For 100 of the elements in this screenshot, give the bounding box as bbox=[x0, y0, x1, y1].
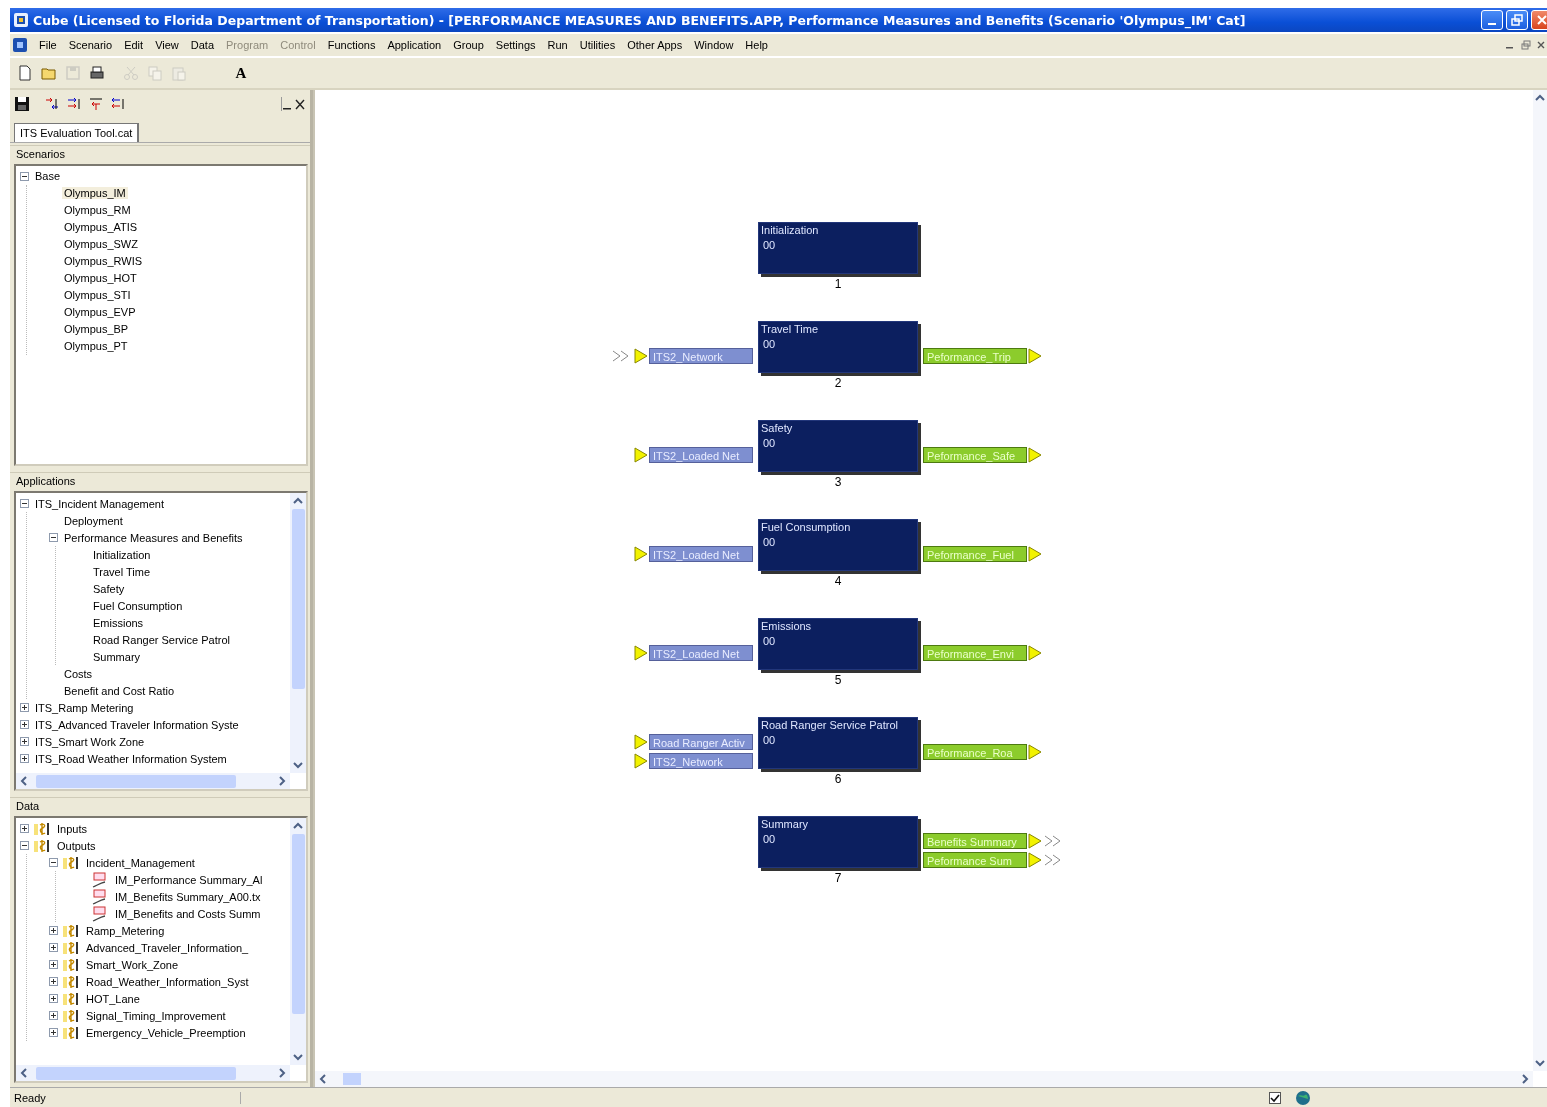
scrollbar[interactable] bbox=[290, 493, 306, 774]
tree-item[interactable]: ITS_Advanced Traveler Information Syste bbox=[33, 718, 241, 731]
process-box[interactable]: Road Ranger Service Patrol 00 bbox=[758, 717, 918, 769]
tree-item[interactable]: Travel Time bbox=[91, 565, 153, 578]
menu-item[interactable]: Functions bbox=[322, 39, 383, 51]
menu-item[interactable]: Utilities bbox=[574, 39, 623, 51]
tree-item[interactable]: IM_Performance Summary_Al bbox=[113, 873, 265, 886]
menu-item[interactable]: Scenario bbox=[63, 39, 120, 51]
triangle-icon[interactable] bbox=[634, 644, 648, 661]
tree-item[interactable]: Base bbox=[33, 170, 63, 183]
font-button[interactable]: A bbox=[230, 62, 252, 84]
tree-item[interactable]: Olympus_EVP bbox=[62, 306, 138, 319]
triangle-icon[interactable] bbox=[1028, 644, 1042, 661]
scroll-thumb[interactable] bbox=[291, 509, 305, 689]
tree-item[interactable]: Olympus_SWZ bbox=[62, 238, 140, 251]
menu-item[interactable]: File bbox=[34, 39, 64, 51]
process-box[interactable]: Fuel Consumption 00 bbox=[758, 519, 918, 571]
tree-item[interactable]: Safety bbox=[91, 582, 127, 595]
scrollbar[interactable] bbox=[290, 818, 306, 1065]
tree-item[interactable]: Summary bbox=[91, 650, 143, 663]
scroll-thumb[interactable] bbox=[36, 774, 236, 788]
menu-item[interactable]: Data bbox=[185, 39, 222, 51]
scroll-thumb[interactable] bbox=[291, 834, 305, 1015]
expander-icon[interactable] bbox=[20, 841, 29, 851]
tree-item[interactable]: IM_Benefits and Costs Summ bbox=[113, 907, 263, 920]
triangle-icon[interactable] bbox=[634, 753, 648, 769]
tree-item[interactable]: Costs bbox=[62, 667, 95, 680]
tree-item[interactable]: Olympus_HOT bbox=[62, 272, 139, 285]
scrollbar[interactable] bbox=[1533, 90, 1547, 1071]
triangle-icon[interactable] bbox=[1028, 446, 1042, 463]
expander-icon[interactable] bbox=[49, 1028, 58, 1038]
triangle-icon[interactable] bbox=[634, 545, 648, 562]
triangle-icon[interactable] bbox=[1028, 852, 1042, 868]
menu-item[interactable]: Application bbox=[382, 39, 449, 51]
tree-item[interactable]: ITS_Smart Work Zone bbox=[33, 735, 147, 748]
tree-item[interactable]: Signal_Timing_Improvement bbox=[84, 1009, 228, 1022]
tree-item[interactable]: Incident_Management bbox=[84, 856, 197, 869]
expander-icon[interactable] bbox=[49, 533, 58, 542]
arrows-icon[interactable] bbox=[66, 95, 82, 112]
expander-icon[interactable] bbox=[20, 737, 29, 746]
expander-icon[interactable] bbox=[49, 926, 58, 936]
process-box[interactable]: Emissions 00 bbox=[758, 618, 918, 670]
menu-item[interactable]: Group bbox=[448, 39, 491, 51]
tree-item[interactable]: Initialization bbox=[91, 548, 153, 561]
triangle-icon[interactable] bbox=[1028, 743, 1042, 760]
tree-item[interactable]: IM_Benefits Summary_A00.tx bbox=[113, 890, 263, 903]
triangle-icon[interactable] bbox=[1028, 833, 1042, 849]
expander-icon[interactable] bbox=[20, 754, 29, 763]
tree-item[interactable]: Fuel Consumption bbox=[91, 599, 185, 612]
menu-item[interactable]: Run bbox=[542, 39, 575, 51]
close-button[interactable] bbox=[1531, 10, 1547, 30]
tree-item[interactable]: Ramp_Metering bbox=[84, 924, 167, 937]
menu-item[interactable]: View bbox=[150, 39, 186, 51]
scrollbar[interactable] bbox=[16, 1065, 290, 1081]
tree-item[interactable]: Performance Measures and Benefits bbox=[62, 531, 245, 544]
expander-icon[interactable] bbox=[49, 994, 58, 1004]
triangle-icon[interactable] bbox=[634, 734, 648, 750]
expander-icon[interactable] bbox=[49, 858, 58, 868]
tree-item[interactable]: Olympus_RM bbox=[62, 204, 133, 217]
triangle-icon[interactable] bbox=[634, 347, 648, 364]
tree-item[interactable]: Advanced_Traveler_Information_ bbox=[84, 941, 251, 954]
restore-icon[interactable] bbox=[1521, 40, 1531, 50]
arrows-icon[interactable] bbox=[110, 95, 126, 112]
scrollbar[interactable] bbox=[315, 1071, 1533, 1087]
process-box[interactable]: Summary 00 bbox=[758, 816, 918, 868]
scrollbar[interactable] bbox=[16, 773, 290, 790]
menu-item[interactable]: Window bbox=[689, 39, 741, 51]
expander-icon[interactable] bbox=[20, 499, 29, 508]
checkbox[interactable] bbox=[1269, 1091, 1281, 1104]
menu-item[interactable]: Help bbox=[740, 39, 775, 51]
tree-item[interactable]: Outputs bbox=[55, 839, 98, 852]
scroll-thumb[interactable] bbox=[343, 1073, 361, 1085]
tree-item[interactable]: Olympus_ATIS bbox=[62, 221, 140, 234]
arrows-icon[interactable] bbox=[44, 95, 60, 112]
tree-item[interactable]: Smart_Work_Zone bbox=[84, 958, 181, 971]
expander-icon[interactable] bbox=[49, 960, 58, 970]
tree-item[interactable]: Olympus_PT bbox=[62, 340, 130, 353]
tree-item[interactable]: Deployment bbox=[62, 514, 125, 527]
tree-item[interactable]: HOT_Lane bbox=[84, 992, 142, 1005]
tree-item[interactable]: ITS_Ramp Metering bbox=[33, 701, 136, 714]
tree-item[interactable]: Road_Weather_Information_Syst bbox=[84, 975, 251, 988]
tab[interactable]: ITS Evaluation Tool.cat bbox=[14, 122, 140, 142]
tree-item[interactable]: Olympus_RWIS bbox=[62, 255, 145, 268]
expander-icon[interactable] bbox=[49, 1011, 58, 1021]
expander-icon[interactable] bbox=[49, 943, 58, 953]
tree-item[interactable]: ITS_Road Weather Information System bbox=[33, 752, 229, 765]
restore-button[interactable] bbox=[1506, 10, 1528, 30]
close-icon[interactable] bbox=[1537, 40, 1545, 50]
expander-icon[interactable] bbox=[20, 703, 29, 712]
expander-icon[interactable] bbox=[49, 977, 58, 987]
menu-item[interactable]: Edit bbox=[119, 39, 151, 51]
minimize-button[interactable] bbox=[1481, 10, 1503, 30]
process-box[interactable]: Initialization 00 bbox=[758, 222, 918, 274]
tree-item[interactable]: Emissions bbox=[91, 616, 146, 629]
arrows-icon[interactable] bbox=[88, 95, 104, 112]
tree-item[interactable]: Emergency_Vehicle_Preemption bbox=[84, 1026, 248, 1039]
tree-item[interactable]: Road Ranger Service Patrol bbox=[91, 633, 232, 646]
triangle-icon[interactable] bbox=[1028, 545, 1042, 562]
tree-item[interactable]: ITS_Incident Management bbox=[33, 497, 167, 510]
expander-icon[interactable] bbox=[20, 171, 29, 181]
